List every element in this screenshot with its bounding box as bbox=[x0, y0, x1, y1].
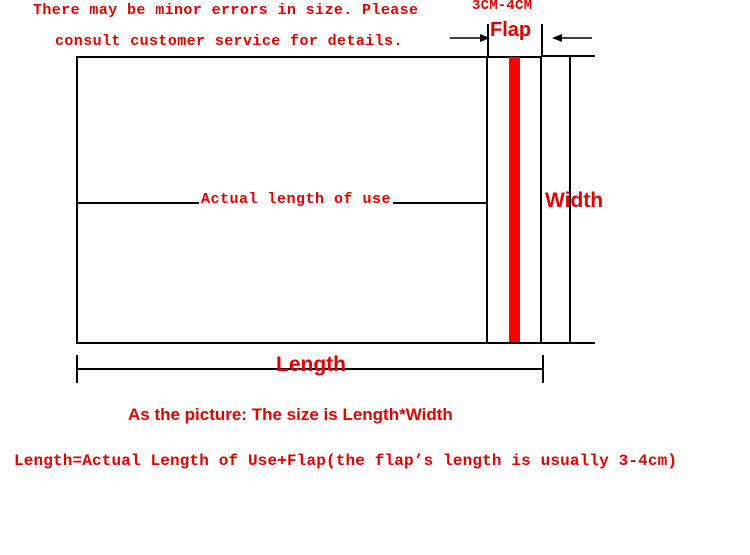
size-chart-diagram: There may be minor errors in size. Pleas… bbox=[0, 0, 750, 555]
width-tick-top bbox=[541, 55, 595, 57]
bag-outline-top bbox=[76, 56, 542, 58]
length-label: Length bbox=[276, 353, 346, 376]
bag-outline-left bbox=[76, 56, 78, 344]
caption-size-formula: As the picture: The size is Length*Width bbox=[128, 405, 453, 424]
flap-guide-right bbox=[541, 24, 543, 56]
note-line-1: There may be minor errors in size. Pleas… bbox=[33, 2, 419, 19]
bag-outline-bottom bbox=[76, 342, 542, 344]
width-tick-bottom bbox=[541, 342, 595, 344]
flap-arrow-right bbox=[552, 34, 592, 42]
flap-label: Flap bbox=[490, 19, 532, 41]
bag-outline-right bbox=[540, 56, 542, 344]
actual-length-label: Actual length of use bbox=[199, 191, 394, 208]
note-line-2: consult customer service for details. bbox=[55, 33, 403, 50]
flap-arrow-left bbox=[450, 34, 490, 42]
adhesive-strip bbox=[509, 57, 520, 342]
caption-length-formula: Length=Actual Length of Use+Flap(the fla… bbox=[14, 452, 678, 470]
flap-size-label: 3CM-4CM bbox=[472, 0, 533, 14]
flap-fold-line bbox=[486, 56, 488, 344]
width-label: Width bbox=[545, 189, 604, 212]
